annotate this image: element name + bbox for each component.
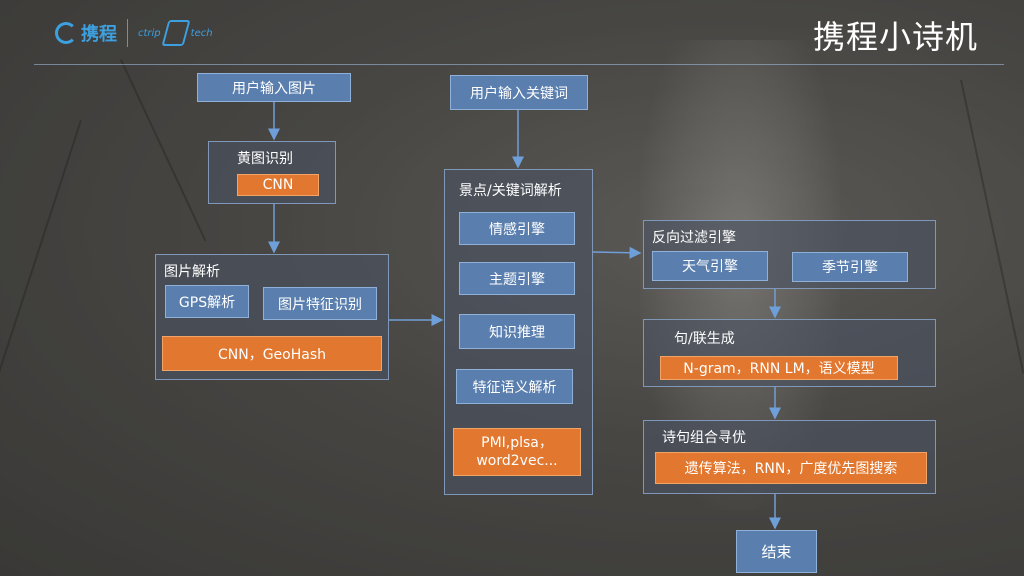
dolphin-icon [55,22,77,44]
keyword-algo-node: PMI,plsa，word2vec... [453,428,581,476]
tech-logo-left: ctrip [138,27,161,39]
reverse-filter-group: 反向过滤引擎 天气引擎 季节引擎 [643,220,936,289]
user-image-input-node: 用户输入图片 [197,73,351,102]
image-parse-title: 图片解析 [164,264,220,280]
poem-optimize-group: 诗句组合寻优 遗传算法，RNN，广度优先图搜索 [643,420,936,494]
knowledge-reasoning-node: 知识推理 [459,314,575,349]
image-feature-node: 图片特征识别 [263,287,377,320]
image-parse-group: 图片解析 GPS解析 图片特征识别 CNN，GeoHash [155,254,389,380]
topic-engine-node: 主题引擎 [459,262,575,295]
porn-detect-title: 黄图识别 [237,151,293,167]
semantic-parse-node: 特征语义解析 [456,369,573,404]
couplet-gen-group: 句/联生成 N-gram，RNN LM，语义模型 [643,319,936,387]
poem-algo-node: 遗传算法，RNN，广度优先图搜索 [655,452,927,484]
emotion-engine-node: 情感引擎 [459,212,575,245]
porn-detect-group: 黄图识别 CNN [208,141,336,204]
couplet-algo-node: N-gram，RNN LM，语义模型 [660,356,898,380]
ct-mark-icon [161,20,191,46]
logo-divider [127,19,128,47]
keyword-parse-title: 景点/关键词解析 [459,183,562,199]
season-engine-node: 季节引擎 [792,252,908,282]
couplet-gen-title: 句/联生成 [674,331,735,347]
keyword-parse-group: 景点/关键词解析 情感引擎 主题引擎 知识推理 特征语义解析 PMI,plsa，… [444,169,593,495]
slide-title: 携程小诗机 [812,18,978,56]
end-node: 结束 [736,530,817,573]
gps-parse-node: GPS解析 [165,285,249,318]
user-keyword-input-node: 用户输入关键词 [450,75,588,110]
image-algo-node: CNN，GeoHash [162,336,382,371]
weather-engine-node: 天气引擎 [652,251,768,281]
porn-cnn-node: CNN [237,174,319,196]
reverse-filter-title: 反向过滤引擎 [652,230,736,246]
tech-logo-right: tech [190,27,213,39]
poem-optimize-title: 诗句组合寻优 [662,430,746,446]
header-divider [34,64,1004,65]
company-logo: 携程 ctrip tech [55,16,213,50]
logo-text: 携程 [81,24,117,45]
